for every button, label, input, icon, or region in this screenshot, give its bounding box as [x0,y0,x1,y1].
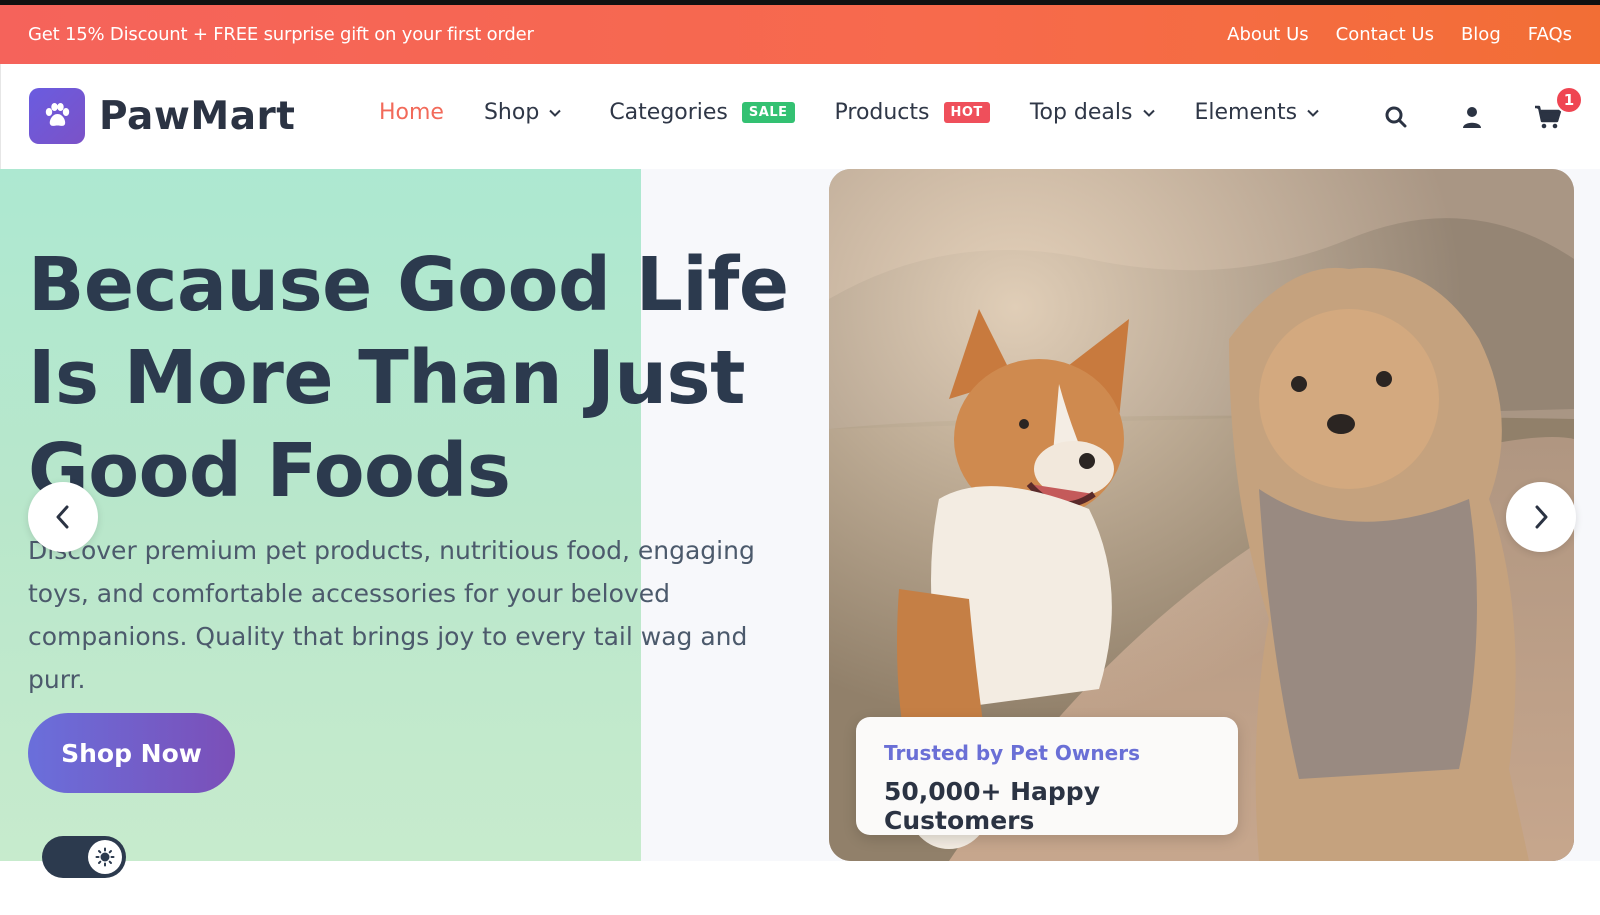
chevron-left-icon [56,505,69,529]
blog-link[interactable]: Blog [1461,24,1501,45]
nav-home[interactable]: Home [379,100,444,125]
cart-button[interactable]: 1 [1533,86,1583,132]
about-us-link[interactable]: About Us [1227,24,1309,45]
promo-text: Get 15% Discount + FREE surprise gift on… [28,24,534,45]
nav-categories-label: Categories [609,100,728,125]
hero-image-dogs: Trusted by Pet Owners 50,000+ Happy Cust… [829,169,1574,861]
hero-description: Discover premium pet products, nutritiou… [28,536,755,694]
nav-elements[interactable]: Elements [1195,100,1320,125]
contact-us-link[interactable]: Contact Us [1336,24,1434,45]
nav-top-deals[interactable]: Top deals [1030,100,1155,125]
top-links: About Us Contact Us Blog FAQs [1227,24,1572,45]
chevron-down-icon [1142,109,1155,117]
trust-label: Trusted by Pet Owners [884,741,1140,765]
user-icon [1463,107,1481,128]
account-button[interactable] [1457,102,1487,132]
hero-headline: Because Good Life Is More Than Just Good… [28,242,789,514]
nav-products[interactable]: Products HOT [835,100,990,125]
chevron-right-icon [1535,505,1548,529]
logo[interactable]: PawMart [29,88,295,144]
shop-now-button[interactable]: Shop Now [28,713,235,793]
search-button[interactable] [1381,102,1411,132]
nav-categories[interactable]: Categories SALE [609,100,795,125]
slider-next-button[interactable] [1506,482,1576,552]
nav-products-label: Products [834,100,930,125]
paw-icon [29,88,85,144]
faqs-link[interactable]: FAQs [1528,24,1572,45]
slider-prev-button[interactable] [28,482,98,552]
search-icon [1385,106,1407,128]
main-nav: Home Shop Categories SALE Products HOT T… [379,100,1319,125]
header-icons: 1 [1381,86,1583,132]
theme-toggle[interactable] [42,836,126,878]
site-header: PawMart Home Shop Categories SALE Produc… [0,64,1600,169]
chevron-down-icon [1307,109,1319,117]
cart-count-badge: 1 [1555,86,1583,114]
announcement-bar: Get 15% Discount + FREE surprise gift on… [0,5,1600,64]
theme-toggle-knob [88,840,122,874]
hot-badge: HOT [943,102,990,123]
nav-elements-label: Elements [1194,100,1298,125]
sun-icon [95,847,115,867]
nav-shop[interactable]: Shop [483,100,562,125]
chevron-down-icon [549,109,562,117]
hero-section: Because Good Life Is More Than Just Good… [0,169,1600,861]
nav-shop-label: Shop [483,100,540,125]
trust-value: 50,000+ Happy Customers [884,777,1101,835]
brand-name: PawMart [99,93,296,139]
trust-card: Trusted by Pet Owners 50,000+ Happy Cust… [856,717,1238,835]
nav-top-deals-label: Top deals [1029,100,1133,125]
sale-badge: SALE [741,102,795,123]
nav-home-label: Home [379,100,444,125]
